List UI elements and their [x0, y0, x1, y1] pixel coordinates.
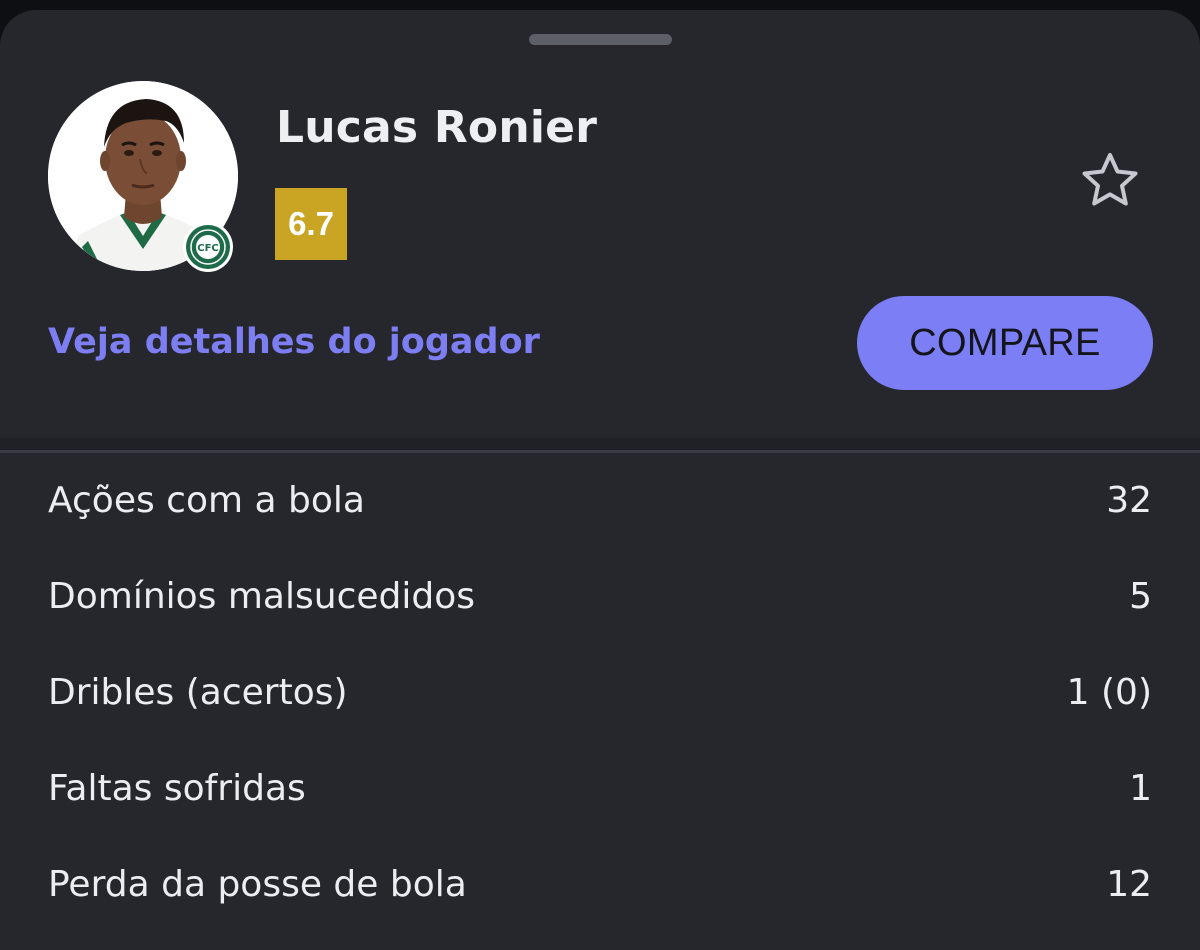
- stat-row: Domínios malsucedidos 5: [0, 549, 1200, 645]
- stat-value: 1: [1129, 768, 1152, 809]
- stat-label: Perda da posse de bola: [48, 864, 467, 905]
- stat-label: Domínios malsucedidos: [48, 576, 475, 617]
- stat-row: Faltas sofridas 1: [0, 741, 1200, 837]
- stat-label: Dribles (acertos): [48, 672, 348, 713]
- stats-list: Ações com a bola 32 Domínios malsucedido…: [0, 453, 1200, 933]
- club-crest-text: CFC: [197, 243, 219, 254]
- player-rating-badge: 6.7: [275, 188, 347, 260]
- stat-label: Faltas sofridas: [48, 768, 306, 809]
- stat-value: 12: [1106, 864, 1152, 905]
- stat-value: 5: [1129, 576, 1152, 617]
- stat-row: Ações com a bola 32: [0, 453, 1200, 549]
- favorite-star-icon[interactable]: [1078, 149, 1142, 213]
- club-crest-icon: CFC: [183, 222, 233, 272]
- compare-button[interactable]: COMPARE: [857, 296, 1153, 390]
- stat-label: Ações com a bola: [48, 480, 365, 521]
- player-bottom-sheet: CFC Lucas Ronier 6.7 Veja detalhes do jo…: [0, 10, 1200, 950]
- stat-row: Perda da posse de bola 12: [0, 837, 1200, 933]
- stat-value: 1 (0): [1066, 672, 1152, 713]
- drag-handle[interactable]: [529, 34, 672, 45]
- stat-value: 32: [1106, 480, 1152, 521]
- player-name: Lucas Ronier: [276, 102, 598, 153]
- stat-row: Dribles (acertos) 1 (0): [0, 645, 1200, 741]
- section-divider: [0, 438, 1200, 450]
- player-details-link[interactable]: Veja detalhes do jogador: [48, 322, 540, 362]
